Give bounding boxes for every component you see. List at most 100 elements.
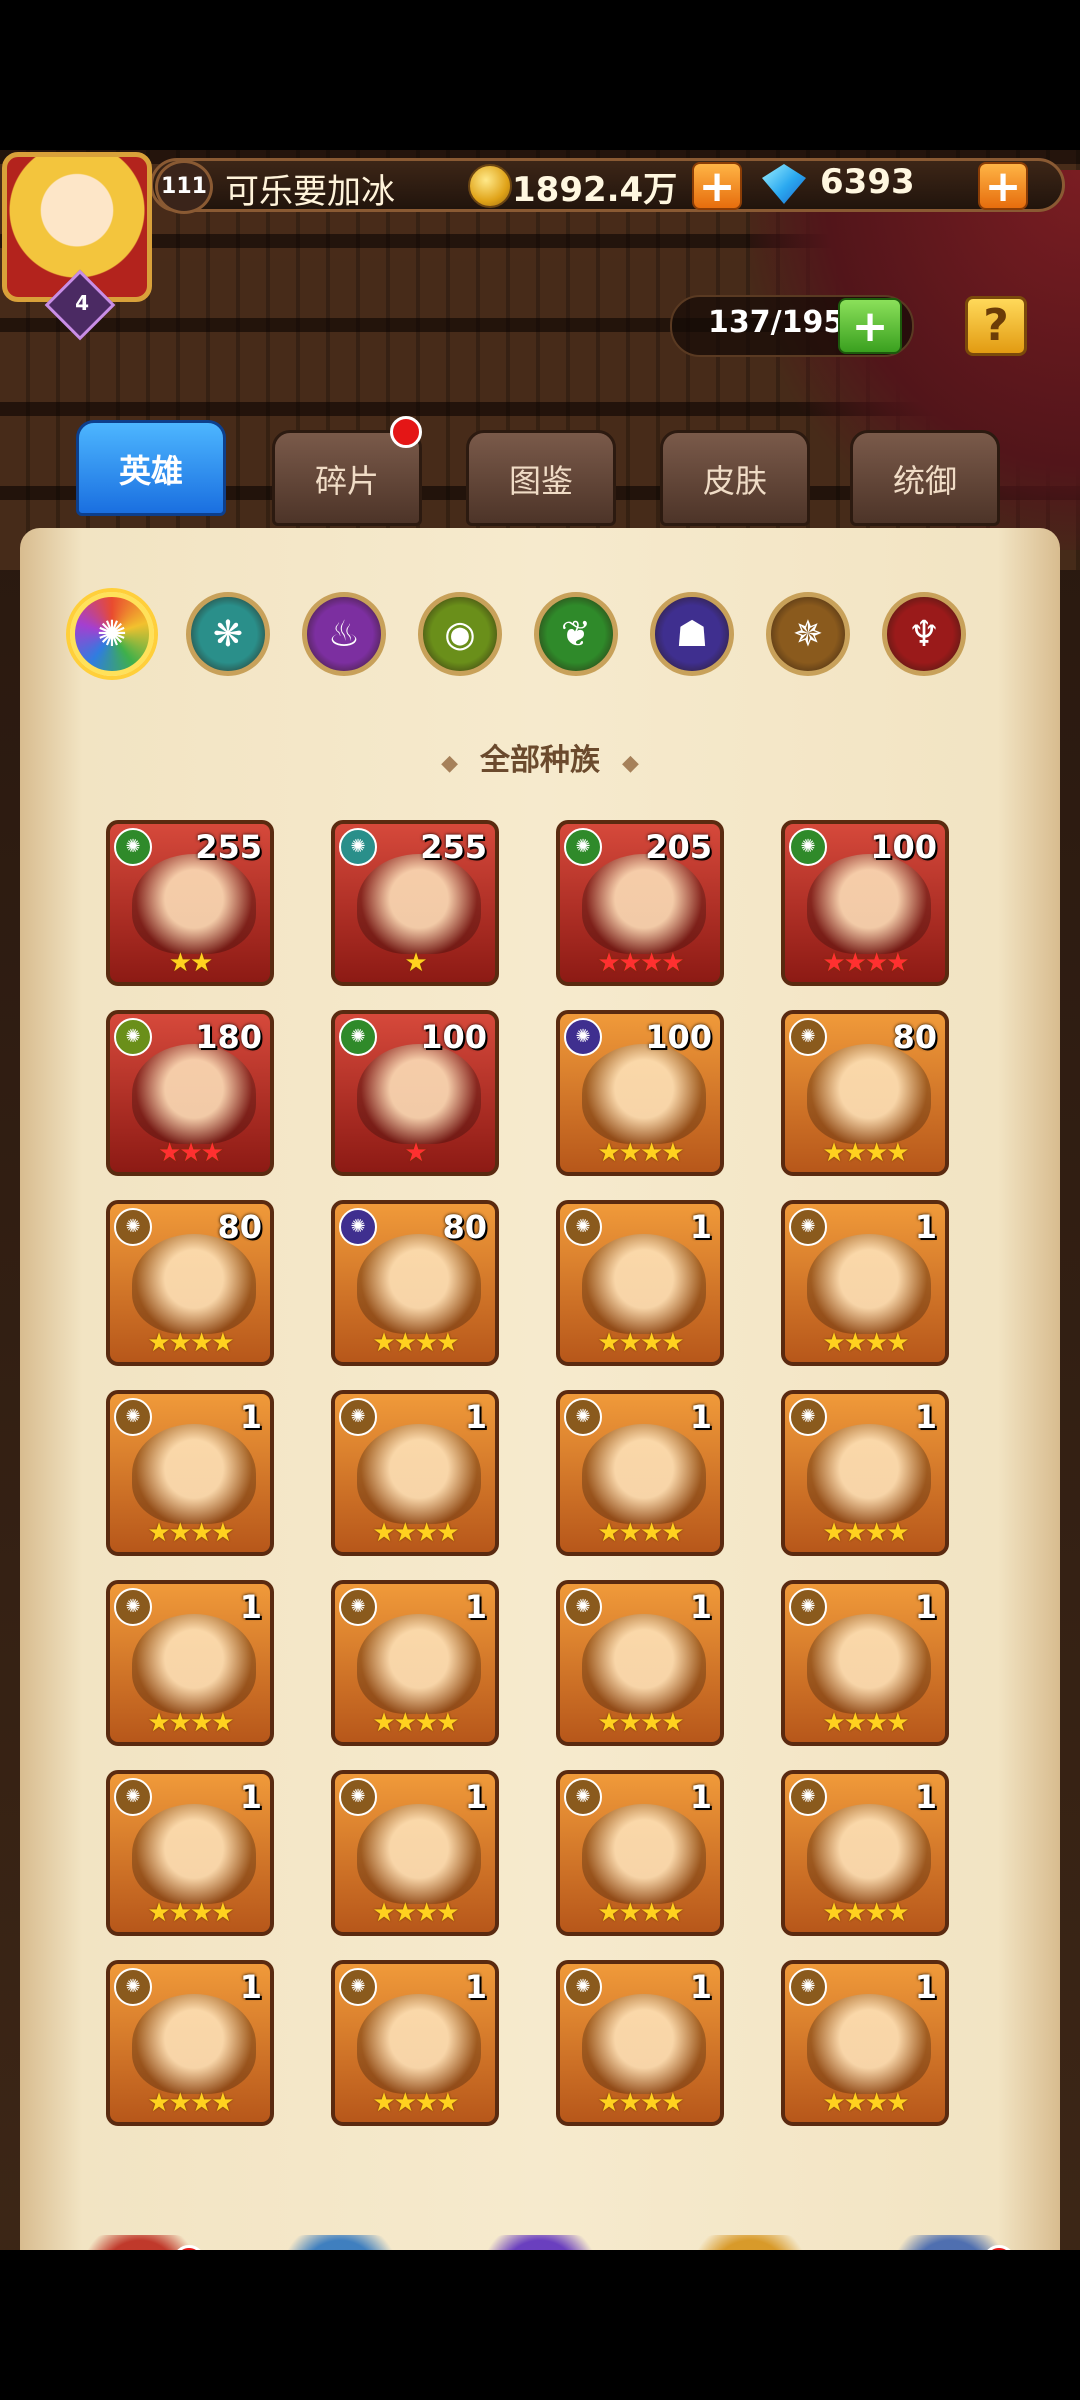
hero-portrait xyxy=(132,1804,256,1904)
gold-amount: 1892.4万 xyxy=(512,170,678,210)
hero-card[interactable]: ✺ 1 ★★★★ xyxy=(106,1960,274,2126)
hero-level: 80 xyxy=(892,1018,937,1056)
diamond-amount: 6393 xyxy=(820,162,915,202)
race-purple-icon: ♨ xyxy=(327,613,361,655)
hero-level: 1 xyxy=(689,1588,712,1626)
game-screen: 111 可乐要加冰 1892.4万 + 6393 + 4 137/195 + ?… xyxy=(0,150,1080,2250)
hero-card[interactable]: ✺ 80 ★★★★ xyxy=(331,1200,499,1366)
add-gold-button[interactable]: + xyxy=(692,162,742,210)
hero-race-icon: ✺ xyxy=(564,828,602,866)
nav-hero-portrait-button[interactable]: 英雄 xyxy=(255,2235,425,2250)
hero-card[interactable]: ✺ 1 ★★★★ xyxy=(781,1580,949,1746)
hero-card[interactable]: ✺ 100 ★★★★ xyxy=(781,820,949,986)
hero-star-rating: ★★★★ xyxy=(822,948,909,978)
hero-portrait xyxy=(132,854,256,954)
hero-level: 1 xyxy=(914,1968,937,2006)
race-filter-purple-button[interactable]: ♨ xyxy=(302,592,386,676)
race-filter-bar: ✺ ❋ ♨ ◉ ❦ ☗ ✵ ♆ xyxy=(70,592,1010,682)
hero-race-icon: ✺ xyxy=(564,1588,602,1626)
hero-card[interactable]: ✺ 1 ★★★★ xyxy=(556,1580,724,1746)
hero-race-icon: ✺ xyxy=(339,1208,377,1246)
nav-backpack-button[interactable]: 背包 xyxy=(665,2235,835,2250)
tab-codex[interactable]: 图鉴 xyxy=(466,430,616,526)
hero-card[interactable]: ✺ 1 ★★★★ xyxy=(556,1770,724,1936)
diamond-ornament-icon: ◆ xyxy=(441,751,458,776)
hero-race-icon: ✺ xyxy=(339,828,377,866)
hero-card[interactable]: ✺ 1 ★★★★ xyxy=(556,1200,724,1366)
hero-portrait xyxy=(132,1234,256,1334)
hero-card[interactable]: ✺ 255 ★★ xyxy=(106,820,274,986)
diamond-ornament-icon: ◆ xyxy=(622,751,639,776)
race-filter-nature-button[interactable]: ◉ xyxy=(418,592,502,676)
hero-card[interactable]: ✺ 1 ★★★★ xyxy=(331,1770,499,1936)
hero-card[interactable]: ✺ 100 ★★★★ xyxy=(556,1010,724,1176)
race-water-icon: ❋ xyxy=(212,613,244,655)
hero-star-rating: ★★★★ xyxy=(372,1708,459,1738)
hero-portrait xyxy=(357,1994,481,2094)
hero-card[interactable]: ✺ 255 ★ xyxy=(331,820,499,986)
nav-castle-button[interactable]: 主城 xyxy=(55,2235,225,2250)
nav-portal-button[interactable]: 探险 xyxy=(455,2235,625,2250)
race-light-icon: ✵ xyxy=(792,613,824,655)
hero-star-rating: ★★★★ xyxy=(822,1518,909,1548)
tab-skins[interactable]: 皮肤 xyxy=(660,430,810,526)
race-filter-fire-button[interactable]: ♆ xyxy=(882,592,966,676)
hero-card[interactable]: ✺ 80 ★★★★ xyxy=(106,1200,274,1366)
help-button[interactable]: ? xyxy=(965,296,1027,356)
hero-level: 1 xyxy=(689,1208,712,1246)
hero-portrait xyxy=(807,1614,931,1714)
hero-card[interactable]: ✺ 1 ★★★★ xyxy=(106,1390,274,1556)
hero-card[interactable]: ✺ 1 ★★★★ xyxy=(331,1960,499,2126)
hero-portrait xyxy=(132,1044,256,1144)
hero-race-icon: ✺ xyxy=(789,1208,827,1246)
hero-level: 1 xyxy=(239,1588,262,1626)
hero-race-icon: ✺ xyxy=(114,1778,152,1816)
hero-race-icon: ✺ xyxy=(114,1018,152,1056)
hero-level: 180 xyxy=(195,1018,262,1056)
hero-card[interactable]: ✺ 1 ★★★★ xyxy=(781,1960,949,2126)
hero-race-icon: ✺ xyxy=(789,1018,827,1056)
hero-star-rating: ★★★★ xyxy=(822,1708,909,1738)
hero-race-icon: ✺ xyxy=(339,1588,377,1626)
hero-card[interactable]: ✺ 1 ★★★★ xyxy=(556,1960,724,2126)
race-filter-all-button[interactable]: ✺ xyxy=(70,592,154,676)
hero-level: 1 xyxy=(464,1778,487,1816)
hero-card[interactable]: ✺ 1 ★★★★ xyxy=(556,1390,724,1556)
hero-card[interactable]: ✺ 205 ★★★★ xyxy=(556,820,724,986)
hero-card[interactable]: ✺ 1 ★★★★ xyxy=(781,1770,949,1936)
hero-star-rating: ★★★ xyxy=(158,1138,224,1168)
hero-level: 80 xyxy=(217,1208,262,1246)
hero-star-rating: ★★★★ xyxy=(372,1898,459,1928)
hero-level: 100 xyxy=(645,1018,712,1056)
player-name: 可乐要加冰 xyxy=(225,172,395,212)
hero-card[interactable]: ✺ 1 ★★★★ xyxy=(106,1770,274,1936)
hero-portrait xyxy=(357,1424,481,1524)
hero-portrait xyxy=(132,1614,256,1714)
hero-card[interactable]: ✺ 80 ★★★★ xyxy=(781,1010,949,1176)
race-filter-dark-button[interactable]: ☗ xyxy=(650,592,734,676)
hero-card[interactable]: ✺ 1 ★★★★ xyxy=(781,1200,949,1366)
hero-portrait-icon xyxy=(285,2235,395,2250)
hero-card[interactable]: ✺ 1 ★★★★ xyxy=(331,1580,499,1746)
hero-card[interactable]: ✺ 1 ★★★★ xyxy=(781,1390,949,1556)
hero-card[interactable]: ✺ 100 ★ xyxy=(331,1010,499,1176)
hero-portrait xyxy=(582,854,706,954)
hero-card[interactable]: ✺ 180 ★★★ xyxy=(106,1010,274,1176)
hero-portrait xyxy=(582,1994,706,2094)
hero-star-rating: ★★★★ xyxy=(597,1708,684,1738)
hero-race-icon: ✺ xyxy=(339,1968,377,2006)
tab-heroes[interactable]: 英雄 xyxy=(76,420,226,516)
hero-card[interactable]: ✺ 1 ★★★★ xyxy=(331,1390,499,1556)
add-diamond-button[interactable]: + xyxy=(978,162,1028,210)
nav-guild-tower-button[interactable]: 公会 xyxy=(865,2235,1035,2250)
expand-capacity-button[interactable]: + xyxy=(838,298,902,354)
hero-race-icon: ✺ xyxy=(114,1588,152,1626)
hero-star-rating: ★ xyxy=(404,948,427,978)
hero-card[interactable]: ✺ 1 ★★★★ xyxy=(106,1580,274,1746)
tab-command[interactable]: 统御 xyxy=(850,430,1000,526)
race-filter-water-button[interactable]: ❋ xyxy=(186,592,270,676)
race-filter-forest-button[interactable]: ❦ xyxy=(534,592,618,676)
hero-race-icon: ✺ xyxy=(339,1018,377,1056)
race-filter-label-row: ◆ 全部种族 ◆ xyxy=(0,735,1080,779)
race-filter-light-button[interactable]: ✵ xyxy=(766,592,850,676)
